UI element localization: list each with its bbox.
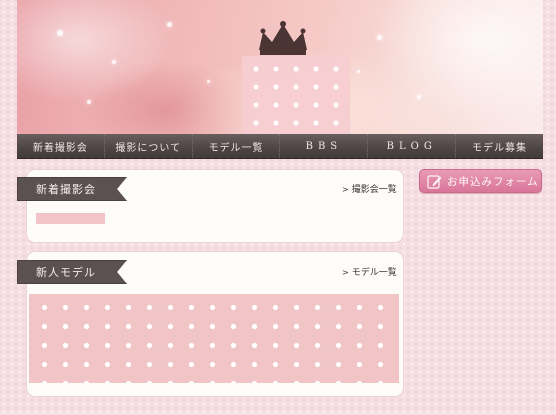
shoot-placeholder — [36, 213, 105, 224]
sparkle — [417, 95, 421, 99]
main-navigation: 新着撮影会 撮影について モデル一覧 BBS BLOG モデル募集 — [17, 134, 543, 159]
sparkle — [112, 60, 116, 64]
sparkle — [357, 70, 360, 73]
nav-item-model-list[interactable]: モデル一覧 — [193, 134, 281, 158]
new-models-heading: 新人モデル — [17, 260, 127, 284]
chevron-right-icon: > — [342, 268, 349, 277]
model-image-area — [29, 294, 399, 383]
crown-icon — [259, 21, 307, 55]
nav-item-model-recruit[interactable]: モデル募集 — [456, 134, 543, 158]
sparkle — [207, 80, 210, 83]
sparkle — [57, 30, 63, 36]
sparkle — [87, 100, 91, 104]
shoot-list-link-label: 撮影会一覧 — [351, 185, 397, 195]
model-list-link[interactable]: > モデル一覧 — [342, 265, 397, 278]
apply-form-button[interactable]: お申込みフォーム — [419, 169, 542, 193]
model-list-link-label: モデル一覧 — [351, 268, 397, 278]
nav-item-new-shoots[interactable]: 新着撮影会 — [17, 134, 105, 158]
shoot-list-link[interactable]: > 撮影会一覧 — [342, 182, 397, 195]
lace-panel — [242, 56, 350, 134]
pencil-note-icon — [427, 174, 442, 189]
nav-item-bbs[interactable]: BBS — [280, 134, 369, 158]
chevron-right-icon: > — [342, 185, 349, 194]
nav-item-about-shooting[interactable]: 撮影について — [105, 134, 193, 158]
new-shoots-heading: 新着撮影会 — [17, 177, 127, 201]
header-banner — [17, 0, 543, 134]
sparkle — [377, 35, 382, 40]
sparkle — [167, 22, 172, 27]
apply-form-label: お申込みフォーム — [447, 175, 539, 188]
nav-item-blog[interactable]: BLOG — [368, 134, 457, 158]
